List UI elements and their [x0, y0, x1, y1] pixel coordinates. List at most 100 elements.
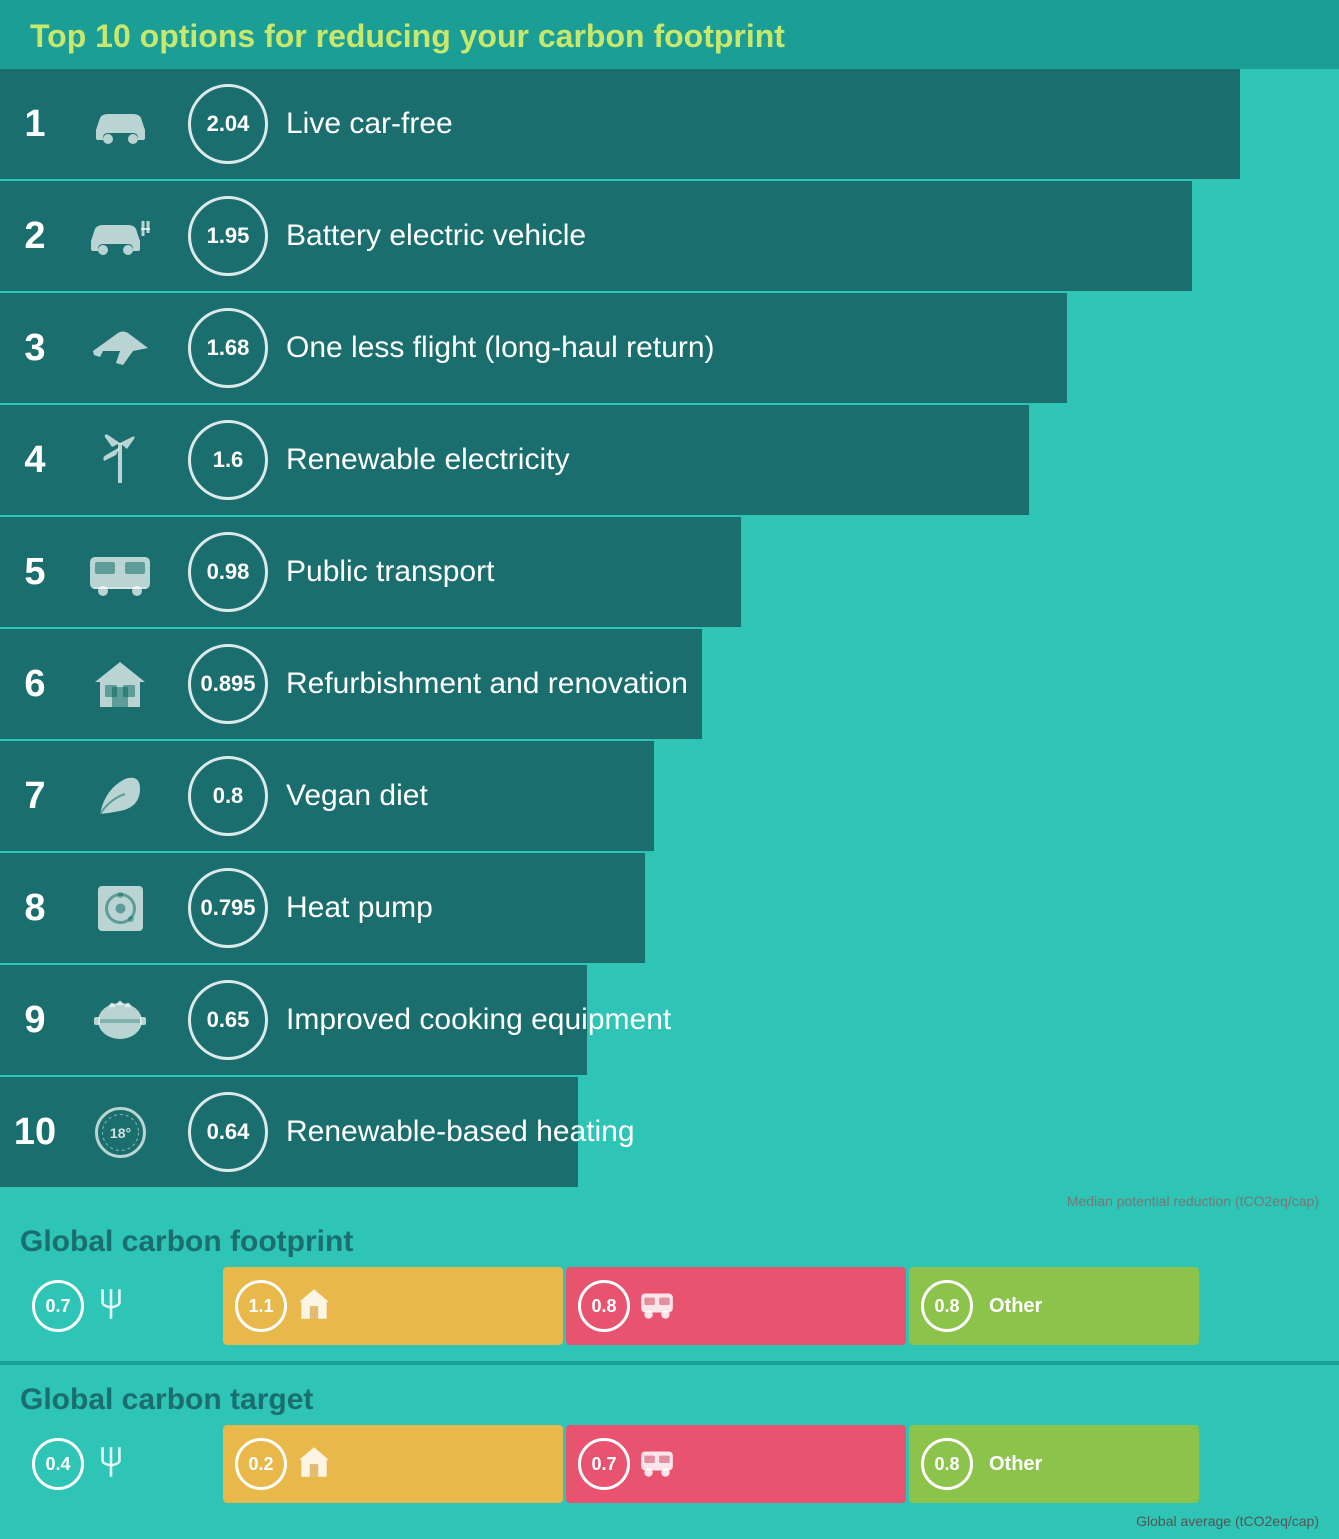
- bar-row-1: 1 2.04 Live car-free: [0, 69, 1339, 181]
- seg-circle-1: 0.2: [235, 1438, 287, 1490]
- label-6: Refurbishment and renovation: [286, 667, 688, 701]
- segment-2: 0.8: [566, 1267, 906, 1345]
- icon-ev: [70, 211, 170, 261]
- rank-num-9: 9: [0, 999, 70, 1042]
- chart-note: Median potential reduction (tCO2eq/cap): [0, 1189, 1339, 1215]
- icon-wind: [70, 433, 170, 488]
- value-circle-8: 0.795: [188, 868, 268, 948]
- icon-thermostat: 18°: [70, 1105, 170, 1160]
- seg-icon-1: [295, 1443, 333, 1486]
- rank-num-4: 4: [0, 439, 70, 482]
- segment-0: 0.4: [20, 1425, 220, 1503]
- rank-num-3: 3: [0, 327, 70, 370]
- value-2: 1.95: [207, 223, 250, 249]
- seg-icon-2: [638, 1285, 676, 1328]
- seg-value-3: 0.8: [934, 1454, 959, 1475]
- icon-heatpump: [70, 881, 170, 936]
- rank-num-8: 8: [0, 887, 70, 930]
- seg-icon-0: [92, 1285, 130, 1328]
- segment-2: 0.7: [566, 1425, 906, 1503]
- target-bar: 0.4 0.2 0.7 0.8 Other: [20, 1425, 1319, 1503]
- icon-bus: [70, 547, 170, 597]
- label-8: Heat pump: [286, 891, 433, 925]
- bar-row-9: 9 0.65 Improved cooking equipment: [0, 965, 1339, 1077]
- global-footprint-title: Global carbon footprint: [20, 1225, 1319, 1259]
- seg-circle-0: 0.7: [32, 1280, 84, 1332]
- segment-3: 0.8 Other: [909, 1425, 1199, 1503]
- chart-area: 1 2.04 Live car-free 2 1.95 Battery elec…: [0, 69, 1339, 1189]
- header: Top 10 options for reducing your carbon …: [0, 0, 1339, 69]
- value-6: 0.895: [200, 671, 255, 697]
- value-7: 0.8: [213, 783, 244, 809]
- seg-value-0: 0.4: [45, 1454, 70, 1475]
- rank-num-1: 1: [0, 103, 70, 146]
- rank-num-5: 5: [0, 551, 70, 594]
- bar-row-5: 5 0.98 Public transport: [0, 517, 1339, 629]
- value-5: 0.98: [207, 559, 250, 585]
- icon-leaf: [70, 769, 170, 824]
- value-8: 0.795: [200, 895, 255, 921]
- label-4: Renewable electricity: [286, 443, 569, 477]
- seg-value-3: 0.8: [934, 1296, 959, 1317]
- value-10: 0.64: [207, 1119, 250, 1145]
- seg-circle-2: 0.7: [578, 1438, 630, 1490]
- global-target-title: Global carbon target: [20, 1383, 1319, 1417]
- seg-value-1: 0.2: [248, 1454, 273, 1475]
- bar-row-8: 8 0.795 Heat pump: [0, 853, 1339, 965]
- value-circle-9: 0.65: [188, 980, 268, 1060]
- divider: [0, 1361, 1339, 1365]
- value-9: 0.65: [207, 1007, 250, 1033]
- global-footprint-section: Global carbon footprint 0.7 1.1 0.8 0.8: [0, 1215, 1339, 1351]
- seg-circle-3: 0.8: [921, 1438, 973, 1490]
- seg-icon-2: [638, 1443, 676, 1486]
- value-1: 2.04: [207, 111, 250, 137]
- rank-num-7: 7: [0, 775, 70, 818]
- segment-1: 0.2: [223, 1425, 563, 1503]
- bar-row-3: 3 1.68 One less flight (long-haul return…: [0, 293, 1339, 405]
- value-circle-1: 2.04: [188, 84, 268, 164]
- value-3: 1.68: [207, 335, 250, 361]
- seg-value-2: 0.7: [591, 1454, 616, 1475]
- value-circle-4: 1.6: [188, 420, 268, 500]
- segment-0: 0.7: [20, 1267, 220, 1345]
- seg-circle-0: 0.4: [32, 1438, 84, 1490]
- label-7: Vegan diet: [286, 779, 428, 813]
- seg-circle-1: 1.1: [235, 1280, 287, 1332]
- icon-pot: [70, 993, 170, 1048]
- rank-num-6: 6: [0, 663, 70, 706]
- footprint-bar: 0.7 1.1 0.8 0.8 Other: [20, 1267, 1319, 1345]
- seg-circle-2: 0.8: [578, 1280, 630, 1332]
- segment-3: 0.8 Other: [909, 1267, 1199, 1345]
- footnote: Global average (tCO2eq/cap): [0, 1509, 1339, 1539]
- value-circle-5: 0.98: [188, 532, 268, 612]
- label-3: One less flight (long-haul return): [286, 331, 715, 365]
- page-title: Top 10 options for reducing your carbon …: [30, 18, 1309, 55]
- seg-icon-0: [92, 1443, 130, 1486]
- seg-value-1: 1.1: [248, 1296, 273, 1317]
- seg-icon-1: [295, 1285, 333, 1328]
- icon-house: [70, 657, 170, 712]
- global-target-section: Global carbon target 0.4 0.2 0.7 0.8 Ot: [0, 1373, 1339, 1509]
- label-9: Improved cooking equipment: [286, 1003, 671, 1037]
- seg-label-3: Other: [989, 1295, 1042, 1318]
- segment-1: 1.1: [223, 1267, 563, 1345]
- bar-row-4: 4 1.6 Renewable electricity: [0, 405, 1339, 517]
- value-circle-10: 0.64: [188, 1092, 268, 1172]
- icon-car: [70, 102, 170, 147]
- label-1: Live car-free: [286, 107, 453, 141]
- bar-row-2: 2 1.95 Battery electric vehicle: [0, 181, 1339, 293]
- rank-num-10: 10: [0, 1111, 70, 1154]
- bar-row-6: 6 0.895 Refurbishment and renovation: [0, 629, 1339, 741]
- seg-value-0: 0.7: [45, 1296, 70, 1317]
- label-2: Battery electric vehicle: [286, 219, 586, 253]
- rank-num-2: 2: [0, 215, 70, 258]
- icon-plane: [70, 323, 170, 373]
- bar-row-7: 7 0.8 Vegan diet: [0, 741, 1339, 853]
- label-5: Public transport: [286, 555, 494, 589]
- value-circle-6: 0.895: [188, 644, 268, 724]
- value-circle-7: 0.8: [188, 756, 268, 836]
- label-10: Renewable-based heating: [286, 1115, 635, 1149]
- seg-circle-3: 0.8: [921, 1280, 973, 1332]
- bar-row-10: 10 18° 0.64 Renewable-based heating: [0, 1077, 1339, 1189]
- seg-value-2: 0.8: [591, 1296, 616, 1317]
